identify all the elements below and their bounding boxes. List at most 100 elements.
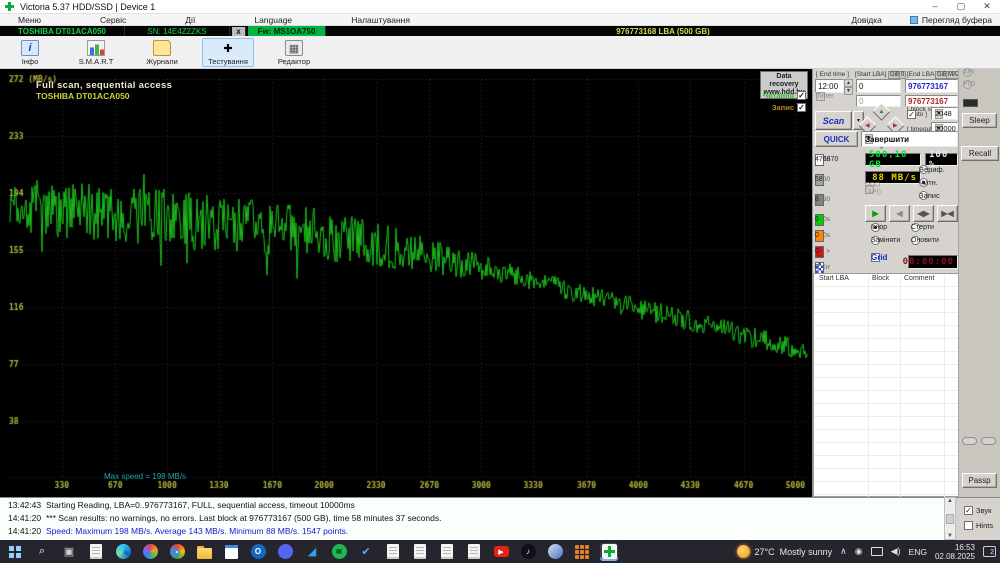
legend-label-0: Читання xyxy=(762,91,794,100)
edge-icon[interactable] xyxy=(114,543,132,561)
sleep-button[interactable]: Sleep xyxy=(962,113,997,128)
photos-icon[interactable] xyxy=(141,543,159,561)
menu-item-0[interactable]: Меню xyxy=(8,15,51,25)
end-lba-input[interactable]: 976773167 xyxy=(905,79,958,93)
capacity-lcd: 500,10 GB xyxy=(865,150,921,170)
device-model: TOSHIBA DT01ACA050 xyxy=(0,26,125,36)
legend-checkbox-0[interactable] xyxy=(797,91,806,100)
menu-item-buffer-view[interactable]: Перегляд буфера xyxy=(909,15,992,25)
document-icon-4[interactable] xyxy=(465,543,483,561)
victoria-icon[interactable] xyxy=(600,542,618,561)
sound-checkbox[interactable]: Звук xyxy=(964,506,991,515)
tray-circle-icon[interactable]: ◉ xyxy=(855,546,863,557)
device-capacity: 976773168 LBA (500 GB) xyxy=(616,26,710,36)
quick-button[interactable]: QUICK xyxy=(815,131,858,147)
log-area[interactable]: 13:42:43 Starting Reading, LBA=0..9767731… xyxy=(0,497,944,540)
weather-widget[interactable]: 27°C Mostly sunny xyxy=(736,545,832,558)
end-time-spinner[interactable]: ▲ ▼ xyxy=(844,79,853,95)
document-icon-1[interactable] xyxy=(384,543,402,561)
jump-end-button[interactable]: ▶◀ xyxy=(937,205,958,222)
spotify-icon[interactable]: ≋ xyxy=(330,543,348,561)
spin-down-icon[interactable]: ▼ xyxy=(844,87,853,95)
search-icon[interactable]: ⌕ xyxy=(33,543,51,561)
chart-legend: Читання Запис xyxy=(763,91,806,112)
close-button[interactable]: ✕ xyxy=(974,0,1000,13)
task-view-icon[interactable]: ▣ xyxy=(60,543,78,561)
start-button[interactable] xyxy=(6,543,24,561)
menu-item-4[interactable]: Налаштування xyxy=(341,15,420,25)
youtube-icon[interactable]: ▶ xyxy=(492,543,510,561)
clock-widget[interactable]: 16:53 02.08.2025 xyxy=(935,543,975,561)
language-indicator[interactable]: ENG xyxy=(909,547,927,557)
menu-item-help[interactable]: Довідка xyxy=(841,15,892,25)
info-icon: i xyxy=(21,40,39,56)
calendar-icon[interactable] xyxy=(222,543,240,561)
recall-button[interactable]: Recall xyxy=(961,146,999,161)
tray-time: 16:53 xyxy=(954,542,975,552)
log-scrollbar[interactable]: ▲ ▼ xyxy=(944,497,956,540)
legend-0: Читання xyxy=(763,91,806,100)
file-explorer-icon[interactable] xyxy=(195,543,213,561)
app-blue-icon[interactable] xyxy=(546,543,564,561)
hints-checkbox[interactable]: Hints xyxy=(964,521,993,530)
chrome-icon[interactable] xyxy=(168,543,186,561)
tray-chevron-icon[interactable]: ∧ xyxy=(840,546,847,557)
auto-checkbox-box[interactable] xyxy=(907,109,916,119)
discord-icon[interactable] xyxy=(276,543,294,561)
smart-button[interactable]: S.M.A.R.T xyxy=(70,38,122,67)
jump-back-button[interactable]: ◀▶ xyxy=(913,205,934,222)
document-icon-2[interactable] xyxy=(411,543,429,561)
network-icon[interactable] xyxy=(870,547,883,556)
spin-up-icon[interactable]: ▲ xyxy=(844,79,853,87)
sound-checkbox-box[interactable] xyxy=(964,506,973,515)
histogram-count: 58 xyxy=(815,176,823,183)
notepad-icon[interactable] xyxy=(87,543,105,561)
block-size-select[interactable]: 2048 xyxy=(931,107,958,120)
action-select[interactable]: Завершити xyxy=(861,131,958,147)
check-app-icon[interactable]: ✔ xyxy=(357,543,375,561)
start-lba-input[interactable]: 0 xyxy=(856,79,901,93)
testing-button[interactable]: ✚ Тестування xyxy=(202,38,254,67)
notifications-button[interactable]: 2 xyxy=(983,546,996,557)
document-icon-3[interactable] xyxy=(438,543,456,561)
sound-label: Звук xyxy=(976,506,992,515)
pio-label: PIO xyxy=(963,80,976,88)
outlook-icon[interactable]: O xyxy=(249,543,267,561)
legend-label-1: Запис xyxy=(771,103,794,112)
info-button[interactable]: i Інфо xyxy=(4,38,56,67)
oval-button-2[interactable] xyxy=(981,437,996,445)
editor-button[interactable]: ▦ Редактор xyxy=(268,38,320,67)
journals-button[interactable]: Журнали xyxy=(136,38,188,67)
app-orange-icon[interactable] xyxy=(573,543,591,561)
tiktok-icon[interactable]: ♪ xyxy=(519,543,537,561)
mode-radio-label: Вериф. xyxy=(919,164,945,174)
maximize-button[interactable]: ▢ xyxy=(948,0,974,13)
defect-table[interactable]: Start LBA Block Comment xyxy=(813,273,959,498)
vscode-icon[interactable]: ◢ xyxy=(303,543,321,561)
menu-item-3[interactable]: Language xyxy=(244,15,302,25)
menu-item-1[interactable]: Сервіс xyxy=(90,15,136,25)
start-scan-button[interactable]: ▶ xyxy=(865,205,886,222)
legend-checkbox-1[interactable] xyxy=(797,103,806,112)
passport-button[interactable]: Passp xyxy=(962,473,997,488)
action-select-value: Завершити xyxy=(865,134,910,144)
start-lba-label: [Start LBA] xyxy=(855,71,887,78)
timer-label: Timer xyxy=(816,92,834,100)
scan-button[interactable]: Scan xyxy=(815,111,852,130)
minimize-button[interactable]: – xyxy=(922,0,948,13)
taskbar-icons: ⌕ ▣ O ◢ ≋ ✔ ▶ ♪ xyxy=(6,542,618,561)
speaker-icon[interactable]: ◀) xyxy=(891,546,901,557)
step-back-button[interactable]: ◀ xyxy=(889,205,910,222)
ddd-label: DDD (API) xyxy=(865,182,881,196)
hints-checkbox-box[interactable] xyxy=(964,521,973,530)
device-x-button[interactable]: x xyxy=(232,26,246,36)
table-header-comment: Comment xyxy=(904,275,935,282)
hints-label: Hints xyxy=(976,521,994,530)
scroll-up-icon[interactable]: ▲ xyxy=(947,498,953,504)
zero-chip[interactable]: 0 xyxy=(899,71,907,79)
oval-button-1[interactable] xyxy=(962,437,977,445)
scroll-down-icon[interactable]: ▼ xyxy=(947,533,953,539)
nav-up-button[interactable] xyxy=(872,102,891,121)
menu-item-2[interactable]: Дії xyxy=(175,15,205,25)
scroll-thumb[interactable] xyxy=(946,513,954,524)
